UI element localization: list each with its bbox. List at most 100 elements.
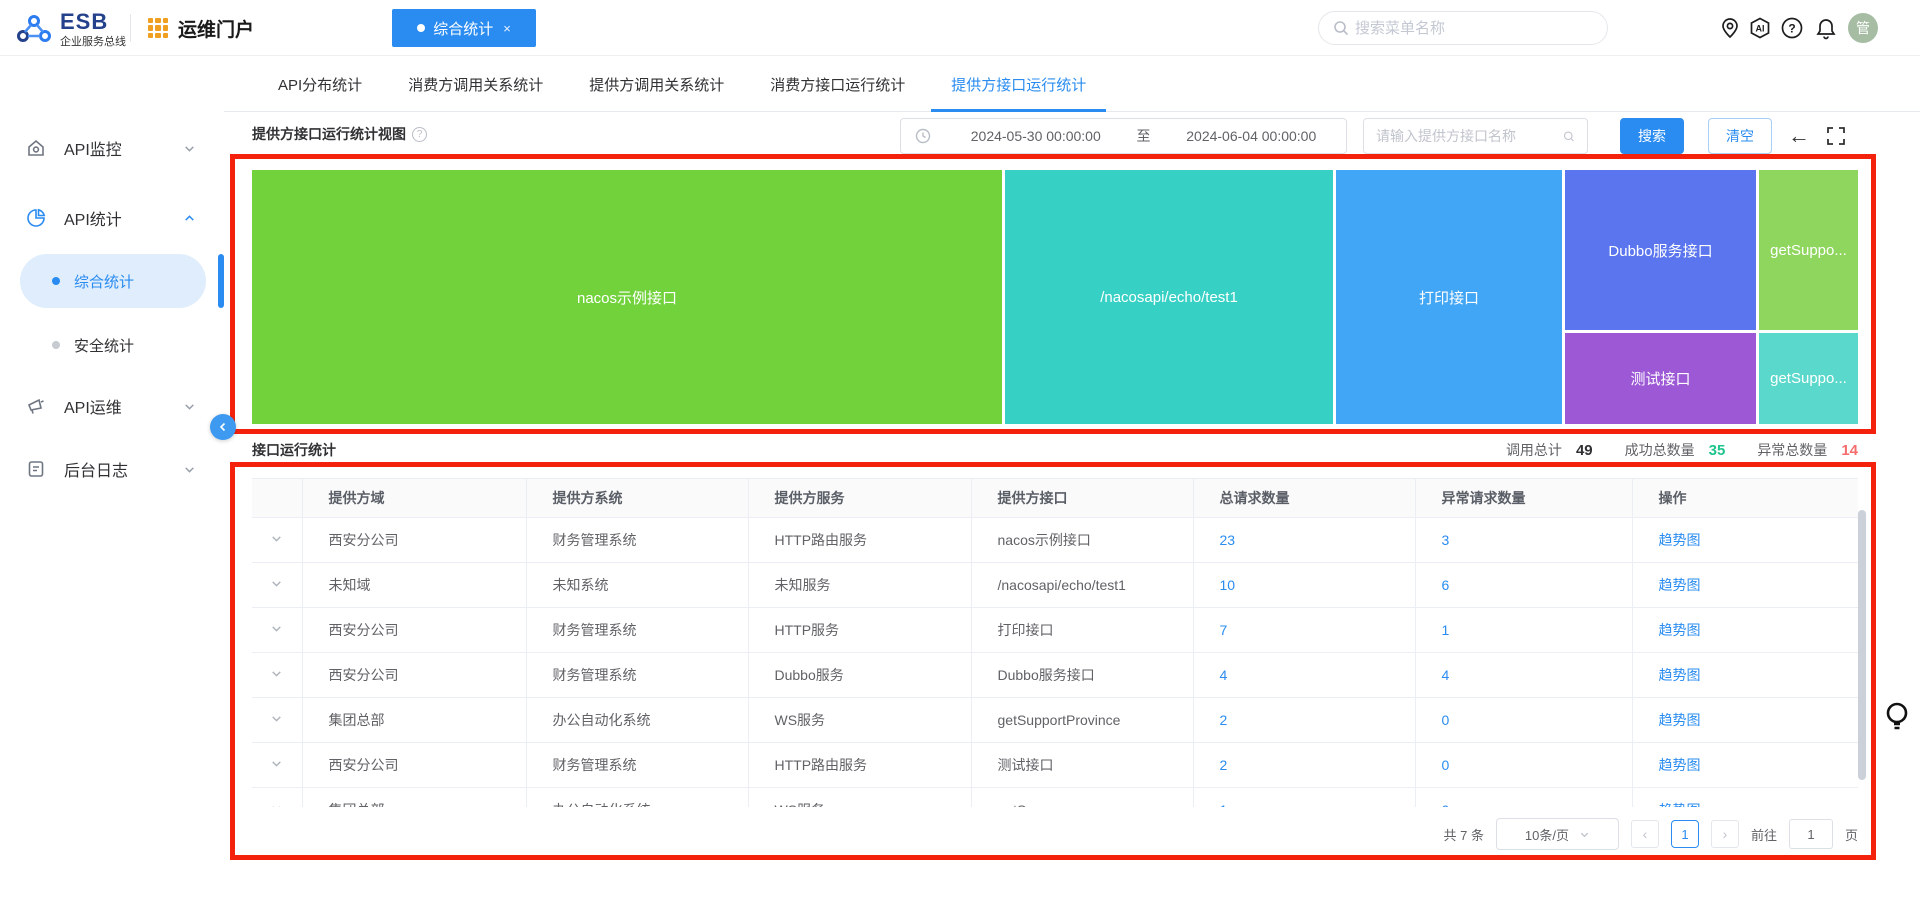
user-avatar[interactable]: 管 — [1848, 13, 1878, 43]
total-requests-link[interactable]: 2 — [1220, 712, 1228, 728]
tab-provider-interface-run[interactable]: 提供方接口运行统计 — [951, 58, 1086, 112]
trend-chart-link[interactable]: 趋势图 — [1659, 577, 1701, 593]
help-question-icon[interactable]: ? — [1780, 16, 1804, 40]
tab-close-icon[interactable]: × — [503, 21, 511, 36]
sidebar-subitem-general-stats[interactable]: 综合统计 — [20, 254, 206, 308]
chevron-down-icon — [183, 463, 196, 476]
table-header-row: 提供方域 提供方系统 提供方服务 提供方接口 总请求数量 异常请求数量 操作 — [252, 479, 1858, 517]
expand-chevron-icon[interactable] — [270, 577, 283, 590]
sidebar-item-api-stats[interactable]: API统计 — [0, 196, 224, 240]
help-circle-icon[interactable]: ? — [412, 127, 427, 142]
expand-chevron-icon[interactable] — [270, 802, 283, 808]
sidebar-item-api-monitor[interactable]: API监控 — [0, 126, 224, 170]
treemap-block-getsupport-2[interactable]: getSuppo... — [1759, 333, 1858, 424]
treemap-block-nacos示例接口[interactable]: nacos示例接口 — [252, 170, 1002, 424]
page-size-select[interactable]: 10条/页 — [1496, 818, 1619, 850]
prev-page-button[interactable]: ‹ — [1631, 820, 1659, 848]
goto-page-input[interactable] — [1789, 819, 1833, 849]
expand-chevron-icon[interactable] — [270, 622, 283, 635]
esb-portal-page: { "colors": { "primary": "#2a8cf0", "suc… — [0, 0, 1920, 922]
expand-chevron-icon[interactable] — [270, 757, 283, 770]
view-title: 提供方接口运行统计视图 ? — [252, 124, 427, 144]
treemap-block-测试接口[interactable]: 测试接口 — [1565, 333, 1756, 424]
error-requests-link[interactable]: 4 — [1442, 667, 1450, 683]
expand-chevron-icon[interactable] — [270, 712, 283, 725]
col-provider-domain: 提供方域 — [302, 479, 526, 517]
pagination-total: 共 7 条 — [1444, 825, 1484, 844]
pagination-bar: 共 7 条 10条/页 ‹ 1 › 前往 页 — [1444, 816, 1859, 852]
trend-chart-link[interactable]: 趋势图 — [1659, 757, 1701, 773]
table-row: 西安分公司财务管理系统HTTP路由服务测试接口20趋势图 — [252, 742, 1858, 787]
menu-search-input[interactable] — [1355, 20, 1593, 37]
table-row: 西安分公司财务管理系统HTTP路由服务nacos示例接口233趋势图 — [252, 517, 1858, 562]
lightbulb-icon[interactable] — [1884, 700, 1910, 736]
total-requests-link[interactable]: 1 — [1220, 802, 1228, 808]
goto-label: 前往 — [1751, 825, 1777, 844]
chevron-down-icon — [183, 400, 196, 413]
notification-bell-icon[interactable] — [1814, 16, 1838, 40]
back-arrow-icon[interactable]: ← — [1788, 124, 1812, 148]
treemap-block-getsupport-1[interactable]: getSuppo... — [1759, 170, 1858, 330]
trend-chart-link[interactable]: 趋势图 — [1659, 532, 1701, 548]
col-provider-service: 提供方服务 — [748, 479, 971, 517]
trend-chart-link[interactable]: 趋势图 — [1659, 712, 1701, 728]
sidebar-item-backend-logs[interactable]: 后台日志 — [0, 447, 224, 491]
error-requests-link[interactable]: 1 — [1442, 622, 1450, 638]
trend-chart-link[interactable]: 趋势图 — [1659, 667, 1701, 683]
error-requests-link[interactable]: 0 — [1442, 712, 1450, 728]
table-row: 集团总部办公自动化系统WS服务getSuppo...10趋势图 — [252, 787, 1858, 807]
interface-name-input[interactable] — [1376, 128, 1557, 144]
megaphone-icon — [26, 396, 46, 416]
svg-text:?: ? — [1788, 22, 1795, 36]
col-provider-system: 提供方系统 — [526, 479, 748, 517]
interface-run-table: 提供方域 提供方系统 提供方服务 提供方接口 总请求数量 异常请求数量 操作 西… — [252, 478, 1858, 807]
fullscreen-icon[interactable] — [1824, 124, 1848, 148]
tab-consumer-interface-run[interactable]: 消费方接口运行统计 — [770, 58, 905, 112]
expand-chevron-icon[interactable] — [270, 532, 283, 545]
trend-chart-link[interactable]: 趋势图 — [1659, 802, 1701, 808]
date-range-picker[interactable]: 2024-05-30 00:00:00 至 2024-06-04 00:00:0… — [900, 118, 1347, 154]
tab-consumer-call-relation[interactable]: 消费方调用关系统计 — [408, 58, 543, 112]
app-header: ESB 企业服务总线 运维门户 综合统计 × — [0, 0, 1920, 56]
expand-chevron-icon[interactable] — [270, 667, 283, 680]
treemap-block-nacosapi-echo-test1[interactable]: /nacosapi/echo/test1 — [1005, 170, 1333, 424]
trend-chart-link[interactable]: 趋势图 — [1659, 622, 1701, 638]
date-separator: 至 — [1131, 126, 1157, 146]
date-end-value[interactable]: 2024-06-04 00:00:00 — [1157, 128, 1347, 144]
total-requests-link[interactable]: 23 — [1220, 532, 1236, 548]
menu-search-box[interactable] — [1318, 11, 1608, 45]
total-requests-link[interactable]: 2 — [1220, 757, 1228, 773]
current-page-button[interactable]: 1 — [1671, 820, 1699, 848]
search-button[interactable]: 搜索 — [1620, 118, 1684, 154]
error-total-value: 14 — [1841, 442, 1858, 459]
sidebar-collapse-button[interactable] — [210, 414, 236, 440]
clear-button[interactable]: 清空 — [1708, 118, 1772, 154]
interface-name-search-box[interactable] — [1363, 118, 1588, 154]
open-tab-综合统计[interactable]: 综合统计 × — [392, 9, 536, 47]
error-requests-link[interactable]: 6 — [1442, 577, 1450, 593]
date-start-value[interactable]: 2024-05-30 00:00:00 — [941, 128, 1131, 144]
portal-grid-icon[interactable] — [148, 18, 168, 38]
table-scrollbar-thumb[interactable] — [1858, 510, 1866, 780]
treemap-block-dubbo服务接口[interactable]: Dubbo服务接口 — [1565, 170, 1756, 330]
error-requests-link[interactable]: 0 — [1442, 757, 1450, 773]
tab-label: 综合统计 — [433, 18, 493, 39]
next-page-button[interactable]: › — [1711, 820, 1739, 848]
esb-logo-icon — [14, 9, 54, 49]
total-requests-link[interactable]: 10 — [1220, 577, 1236, 593]
tab-provider-call-relation[interactable]: 提供方调用关系统计 — [589, 58, 724, 112]
total-requests-link[interactable]: 7 — [1220, 622, 1228, 638]
stats-tab-bar: API分布统计 消费方调用关系统计 提供方调用关系统计 消费方接口运行统计 提供… — [224, 58, 1920, 112]
ai-assistant-icon[interactable]: AI — [1748, 16, 1772, 40]
success-total-label: 成功总数量 — [1625, 440, 1695, 460]
total-requests-link[interactable]: 4 — [1220, 667, 1228, 683]
tab-api-distribution[interactable]: API分布统计 — [278, 58, 362, 112]
error-requests-link[interactable]: 0 — [1442, 802, 1450, 808]
error-requests-link[interactable]: 3 — [1442, 532, 1450, 548]
treemap-block-打印接口[interactable]: 打印接口 — [1336, 170, 1562, 424]
sidebar-item-api-ops[interactable]: API运维 — [0, 384, 224, 428]
page-unit-label: 页 — [1845, 825, 1858, 844]
location-pin-icon[interactable] — [1718, 16, 1742, 40]
portal-title: 运维门户 — [178, 15, 254, 42]
sidebar-subitem-security-stats[interactable]: 安全统计 — [20, 318, 206, 372]
